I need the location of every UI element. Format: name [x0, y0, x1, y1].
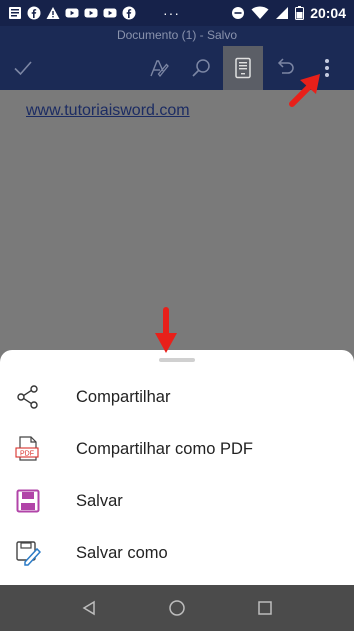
- annotation-arrow-handle: [155, 307, 177, 353]
- more-notifications: ···: [163, 5, 180, 21]
- clock: 20:04: [310, 5, 346, 21]
- recents-square-icon: [258, 601, 272, 615]
- back-triangle-icon: [82, 600, 95, 616]
- do-not-disturb-icon: [232, 7, 245, 19]
- document-title: Documento (1) - Salvo: [0, 26, 354, 46]
- document-link[interactable]: www.tutoriaisword.com: [26, 102, 190, 120]
- pdf-file-icon: PDF: [14, 435, 42, 463]
- home-circle-icon: [169, 600, 185, 616]
- system-icons: 20:04: [231, 5, 346, 21]
- menu-item-share-pdf[interactable]: PDF Compartilhar como PDF: [0, 423, 354, 475]
- search-button[interactable]: [181, 46, 221, 90]
- menu-item-share[interactable]: Compartilhar: [0, 371, 354, 423]
- drag-handle[interactable]: [159, 358, 195, 362]
- news-icon: [9, 7, 21, 19]
- menu-item-label: Salvar como: [76, 543, 168, 562]
- signal-icon: [276, 7, 289, 19]
- youtube-icon: [103, 8, 117, 18]
- notification-icons: ···: [8, 5, 180, 21]
- save-as-icon: [14, 539, 42, 567]
- youtube-icon: [65, 8, 79, 18]
- back-button[interactable]: [64, 585, 114, 631]
- facebook-icon: [122, 6, 136, 20]
- menu-item-label: Compartilhar: [76, 387, 171, 406]
- battery-icon: [295, 6, 305, 20]
- search-icon: [192, 59, 210, 77]
- pdf-icon-text: PDF: [20, 450, 34, 457]
- check-icon: [14, 61, 32, 76]
- reading-view-button[interactable]: [223, 46, 263, 90]
- recents-button[interactable]: [240, 585, 290, 631]
- wifi-icon: [251, 6, 269, 19]
- options-bottom-sheet: Compartilhar PDF Compartilhar como PDF S…: [0, 350, 354, 585]
- youtube-icon: [84, 8, 98, 18]
- tablet-icon: [235, 57, 251, 79]
- share-icon: [14, 383, 42, 411]
- home-button[interactable]: [152, 585, 202, 631]
- floppy-icon: [14, 487, 42, 515]
- menu-item-label: Compartilhar como PDF: [76, 439, 253, 458]
- menu-item-save[interactable]: Salvar: [0, 475, 354, 527]
- menu-item-save-as[interactable]: Salvar como: [0, 527, 354, 579]
- pen-a-icon: [150, 60, 169, 78]
- menu-item-label: Salvar: [76, 491, 123, 510]
- status-bar: ··· 20:04: [0, 0, 354, 26]
- facebook-icon: [27, 6, 41, 20]
- confirm-button[interactable]: [3, 46, 43, 90]
- warning-icon: [46, 7, 60, 19]
- system-nav-bar: [0, 585, 354, 631]
- draw-button[interactable]: [139, 46, 179, 90]
- annotation-arrow-more: [289, 74, 320, 107]
